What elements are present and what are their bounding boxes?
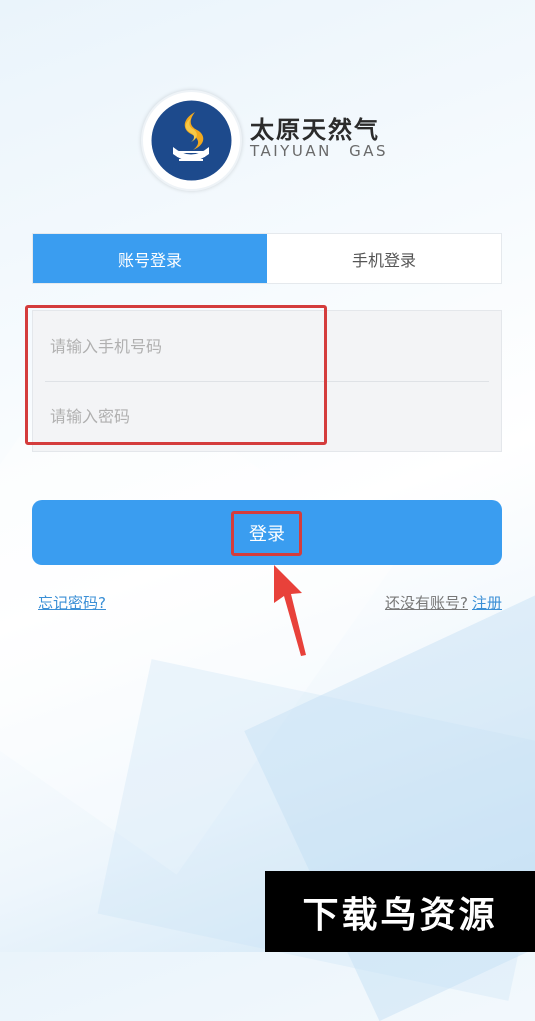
login-button[interactable]: 登录	[32, 500, 502, 565]
tab-phone-login[interactable]: 手机登录	[267, 234, 501, 283]
register-link[interactable]: 注册	[472, 594, 502, 612]
red-arrow-icon	[274, 565, 306, 656]
field-divider	[45, 381, 489, 382]
flame-logo-icon	[151, 100, 232, 181]
brand-name-english: TAIYUAN GAS	[250, 142, 388, 160]
password-input[interactable]	[48, 395, 492, 437]
login-tabs: 账号登录 手机登录	[32, 233, 502, 284]
register-line: 还没有账号? 注册	[385, 592, 502, 613]
company-logo	[141, 90, 242, 191]
watermark-text: 下载鸟资源	[302, 894, 498, 936]
brand-name-chinese: 太原天然气	[250, 116, 380, 144]
no-account-text: 还没有账号?	[385, 594, 468, 612]
login-form	[32, 310, 502, 452]
login-button-label: 登录	[249, 523, 285, 545]
logo-text: HXGG	[169, 160, 211, 174]
tab-account-login[interactable]: 账号登录	[33, 234, 267, 283]
phone-input[interactable]	[48, 325, 492, 367]
watermark: 下载鸟资源	[265, 871, 535, 952]
forgot-password-link[interactable]: 忘记密码?	[38, 592, 106, 613]
